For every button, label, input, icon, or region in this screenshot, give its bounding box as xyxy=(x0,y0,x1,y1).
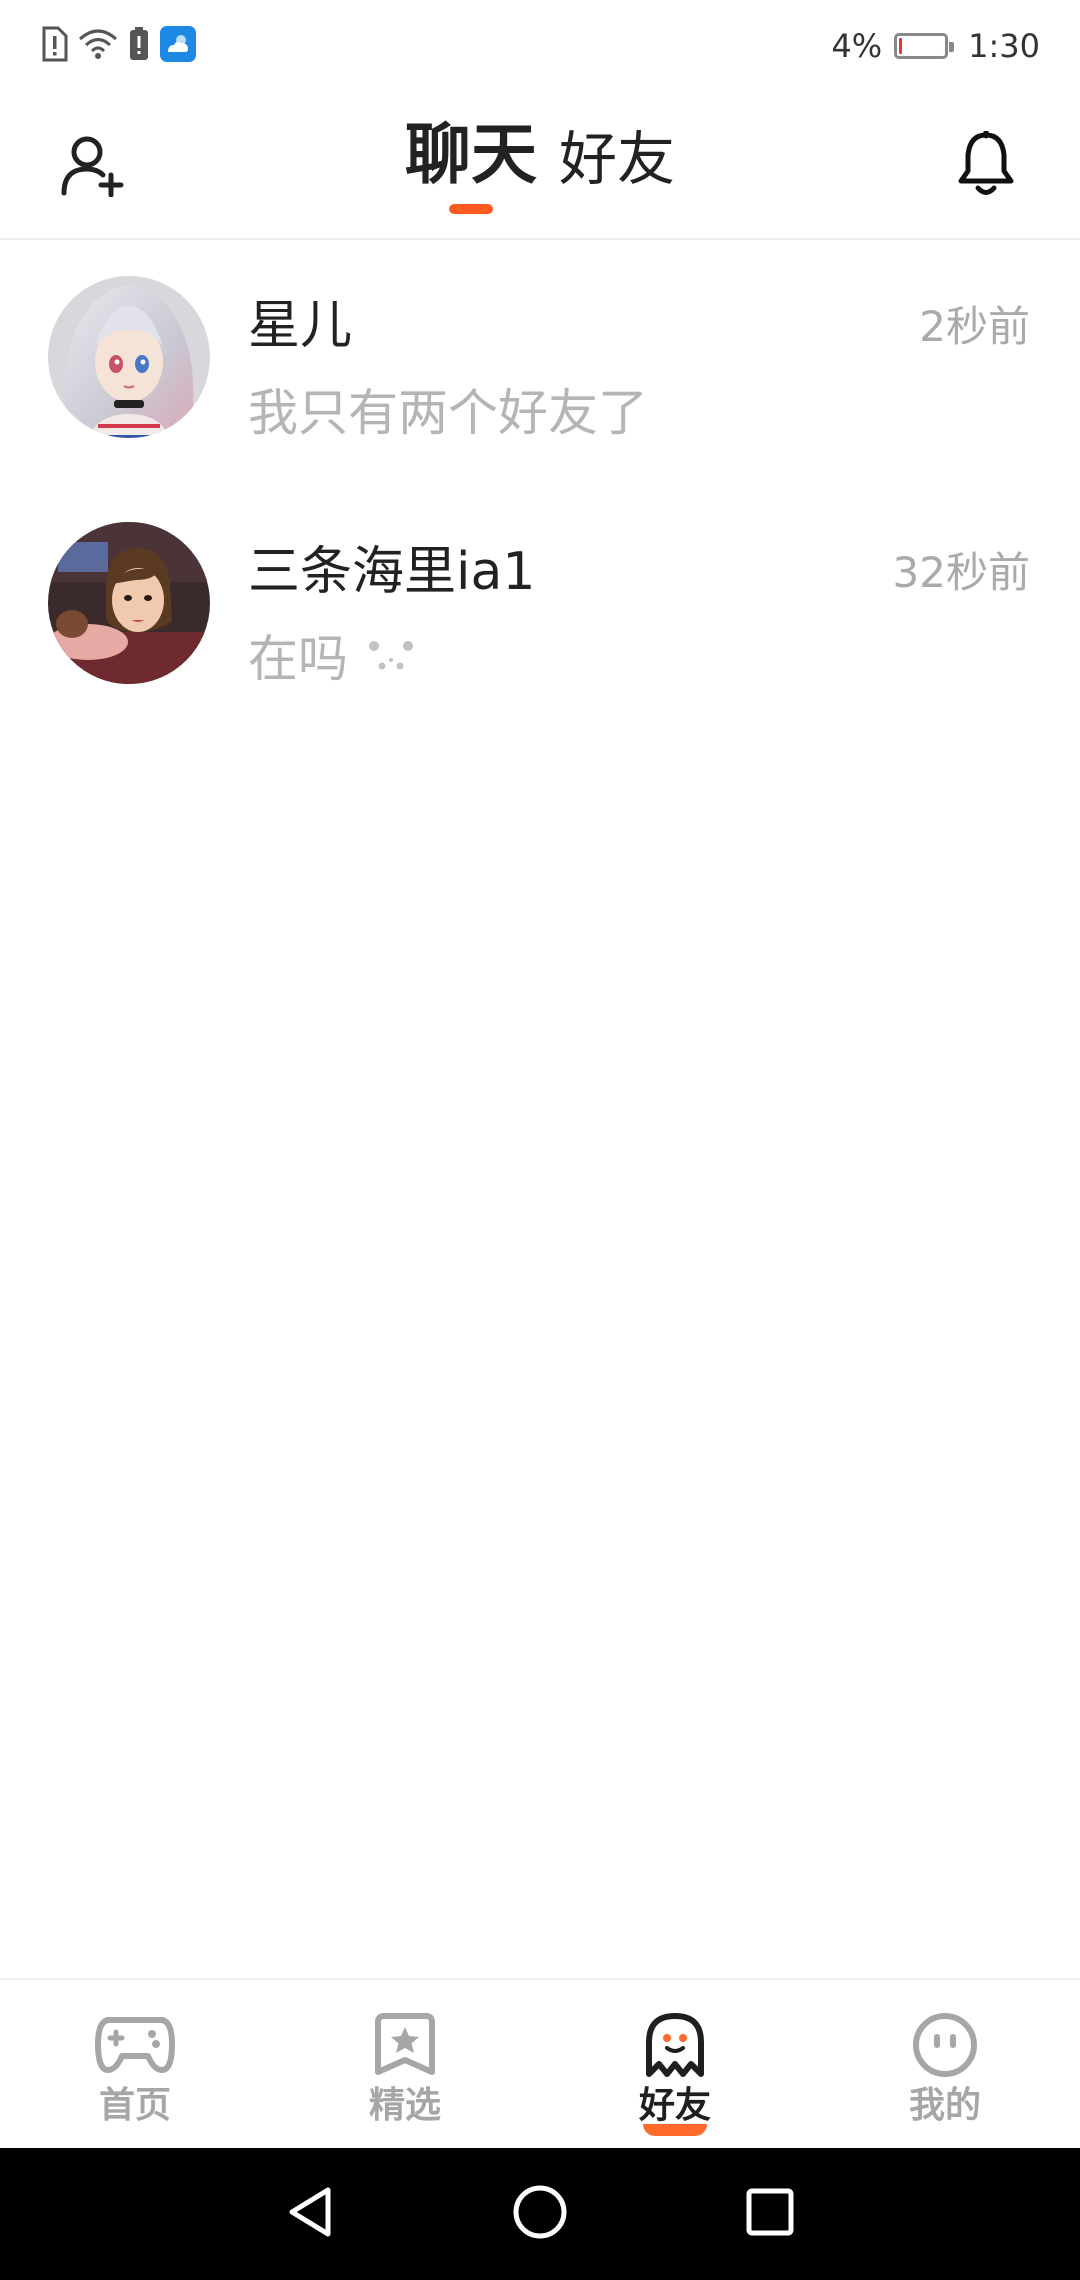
chat-time: 2秒前 xyxy=(919,302,1030,351)
tab-chat-label: 聊天 xyxy=(404,116,537,193)
status-icons-right: 4% 1:30 xyxy=(831,22,1040,70)
gamepad-icon xyxy=(93,2010,177,2080)
emoji-face-icon xyxy=(366,634,416,684)
system-recents-button[interactable] xyxy=(740,2184,800,2244)
active-nav-indicator xyxy=(643,2124,707,2136)
status-icons-left xyxy=(40,24,196,68)
nav-label: 首页 xyxy=(98,2085,171,2126)
active-tab-indicator xyxy=(448,204,493,214)
recents-square-icon xyxy=(744,2186,796,2242)
chat-list-item[interactable]: 三条海里ia1 32秒前 在吗 xyxy=(0,486,1080,732)
ghost-icon xyxy=(633,2010,717,2080)
tab-friends[interactable]: 好友 xyxy=(559,130,675,214)
status-bar: 4% 1:30 xyxy=(0,0,1080,92)
battery-percent: 4% xyxy=(831,27,883,65)
back-triangle-icon xyxy=(284,2184,336,2244)
tab-chat[interactable]: 聊天 xyxy=(405,122,537,214)
chat-time: 32秒前 xyxy=(892,548,1030,597)
battery-icon xyxy=(894,33,955,59)
sim-alert-icon xyxy=(40,26,68,66)
battery-alert-icon xyxy=(128,26,150,66)
chat-list: 星儿 2秒前 我只有两个好友了 三条海里ia1 32秒前 在吗 xyxy=(0,240,1080,732)
chat-preview: 我只有两个好友了 xyxy=(248,388,648,438)
notifications-button[interactable] xyxy=(948,128,1024,204)
chat-preview-text: 我只有两个好友了 xyxy=(248,384,648,442)
nav-label: 精选 xyxy=(368,2085,441,2126)
face-icon xyxy=(903,2010,987,2080)
chat-preview-text: 在吗 xyxy=(248,630,348,688)
battery-level xyxy=(899,38,903,54)
wifi-icon xyxy=(78,27,118,65)
nav-item-featured[interactable]: 精选 xyxy=(270,1980,540,2148)
avatar[interactable] xyxy=(48,522,210,684)
header: 聊天 好友 xyxy=(0,92,1080,240)
tab-friends-label: 好友 xyxy=(558,125,675,193)
system-home-button[interactable] xyxy=(510,2184,570,2244)
header-tabs: 聊天 好友 xyxy=(0,122,1080,214)
home-circle-icon xyxy=(512,2184,568,2244)
nav-item-friends[interactable]: 好友 xyxy=(540,1980,810,2148)
clock: 1:30 xyxy=(968,27,1040,65)
chat-name: 星儿 xyxy=(248,296,353,356)
weather-app-icon xyxy=(160,26,196,66)
nav-label: 好友 xyxy=(638,2085,711,2126)
system-back-button[interactable] xyxy=(280,2184,340,2244)
nav-item-profile[interactable]: 我的 xyxy=(810,1980,1080,2148)
star-bookmark-icon xyxy=(363,2010,447,2080)
nav-item-home[interactable]: 首页 xyxy=(0,1980,270,2148)
chat-name: 三条海里ia1 xyxy=(248,542,536,602)
system-nav-bar xyxy=(0,2148,1080,2280)
bottom-nav: 首页 精选 好友 我的 xyxy=(0,1978,1080,2148)
chat-list-item[interactable]: 星儿 2秒前 我只有两个好友了 xyxy=(0,240,1080,486)
bell-icon xyxy=(956,128,1016,201)
nav-label: 我的 xyxy=(908,2085,981,2126)
screen: 4% 1:30 聊天 好友 星儿 2秒前 我只有两个好友了 三条海里ia1 32… xyxy=(0,0,1080,2280)
chat-preview: 在吗 xyxy=(248,634,416,684)
avatar[interactable] xyxy=(48,276,210,438)
